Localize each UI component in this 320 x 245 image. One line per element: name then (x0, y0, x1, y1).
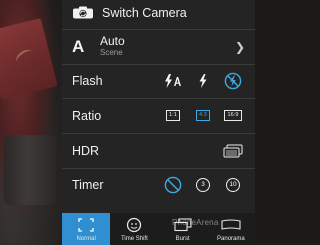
camera-settings-menu: Switch Camera A Auto Scene ❯ Flash Ratio… (62, 0, 255, 213)
flash-auto-icon (165, 74, 181, 88)
timer-3s-badge: 3 (196, 177, 210, 192)
panorama-icon (221, 219, 241, 230)
preview-red-card (0, 18, 58, 100)
camera-preview (0, 0, 62, 245)
preview-dark-object (4, 135, 56, 205)
ratio-option-1-1[interactable]: 1:1 (158, 105, 188, 127)
ratio-option-16-9[interactable]: 16:9 (218, 105, 248, 127)
time-shift-icon (127, 217, 142, 233)
mode-normal[interactable]: Normal (62, 213, 111, 245)
flash-auto-option[interactable] (158, 70, 188, 92)
flash-on-icon (199, 74, 207, 88)
mode-normal-label: Normal (76, 236, 96, 242)
scene-auto-icon: A (72, 36, 85, 56)
mode-panorama-label: Panorama (217, 236, 245, 242)
flash-off-option[interactable] (218, 70, 248, 92)
flash-off-icon (224, 72, 242, 90)
flash-on-option[interactable] (188, 70, 218, 92)
mode-time-shift-label: Time Shift (120, 236, 148, 242)
mode-burst-label: Burst (175, 236, 190, 242)
scene-row[interactable]: A Auto Scene ❯ (62, 29, 255, 63)
normal-frame-icon (78, 218, 94, 232)
scene-value: Auto (100, 33, 125, 48)
ratio-4-3-badge: 4:3 (196, 110, 210, 121)
hdr-label: HDR (72, 143, 100, 158)
timer-3s-option[interactable]: 3 (188, 174, 218, 196)
ratio-16-9-badge: 16:9 (224, 110, 242, 121)
timer-label: Timer (72, 177, 104, 192)
chevron-right-icon: ❯ (234, 40, 245, 54)
ratio-label: Ratio (72, 108, 102, 123)
flash-row: Flash (62, 64, 255, 97)
scene-label: Scene (100, 47, 123, 57)
timer-row: Timer 3 10 (62, 168, 255, 200)
mode-time-shift[interactable]: Time Shift (110, 213, 158, 245)
ratio-1-1-badge: 1:1 (166, 110, 180, 121)
mode-bar: Normal Time Shift Burst Panorama (62, 213, 255, 245)
switch-camera-label: Switch Camera (102, 6, 187, 20)
watermark-text: PhoneArena (172, 218, 219, 227)
switch-camera-icon (73, 6, 93, 19)
hdr-row: HDR (62, 133, 255, 167)
ratio-row: Ratio 1:1 4:3 16:9 (62, 98, 255, 132)
timer-10s-option[interactable]: 10 (218, 174, 248, 196)
timer-off-icon (164, 176, 182, 193)
timer-off-option[interactable] (158, 174, 188, 196)
flash-label: Flash (72, 74, 103, 88)
switch-camera-row[interactable]: Switch Camera (62, 0, 255, 26)
hdr-toggle[interactable] (218, 140, 248, 162)
hdr-icon (223, 144, 243, 157)
ratio-option-4-3[interactable]: 4:3 (188, 105, 218, 127)
timer-10s-badge: 10 (226, 177, 240, 192)
